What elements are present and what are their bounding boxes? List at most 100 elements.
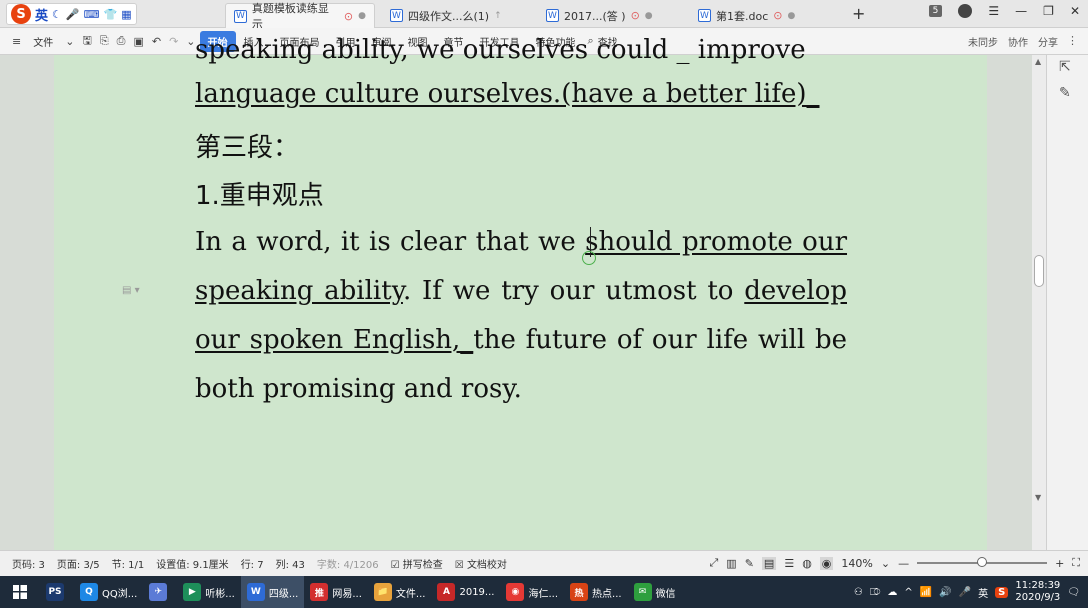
fit-icon[interactable]: ⛶	[1072, 556, 1080, 570]
proofread-button[interactable]: ☒ 文档校对	[449, 556, 513, 571]
share-button[interactable]: 分享	[1038, 34, 1058, 49]
notification-icon[interactable]: 🗨	[1067, 587, 1080, 598]
undo-icon[interactable]: ↶	[148, 35, 165, 48]
scroll-down-icon[interactable]: ▼	[1035, 493, 1041, 502]
preview-icon[interactable]: ▣	[129, 35, 147, 48]
status-position[interactable]: 设置值: 9.1厘米	[150, 556, 234, 571]
zoom-level[interactable]: 140%	[841, 557, 872, 570]
scroll-up-icon[interactable]: ▲	[1035, 57, 1041, 66]
avatar[interactable]	[958, 4, 973, 18]
mic-icon[interactable]: 🎤	[66, 8, 80, 21]
status-col[interactable]: 列: 43	[270, 556, 311, 571]
app-label: 网易...	[332, 588, 362, 600]
ime-icon[interactable]: ⎄	[870, 587, 881, 598]
doc-line[interactable]: language culture ourselves.(have a bette…	[195, 79, 847, 109]
pen-mode-icon[interactable]: ✎	[745, 557, 754, 570]
redo-icon[interactable]: ↷	[165, 35, 182, 48]
new-tab-button[interactable]: +	[852, 4, 865, 23]
hamburger-icon[interactable]: ≡	[0, 35, 25, 48]
menu-icon[interactable]: ☰	[988, 4, 999, 18]
scroll-thumb[interactable]	[1034, 255, 1044, 287]
grid-icon[interactable]: ▦	[121, 8, 131, 21]
taskbar-app[interactable]: Q QQ浏...	[74, 576, 143, 608]
app-label: 微信	[655, 588, 676, 600]
tab-doc-4[interactable]: W 第1套.doc ⊙ ●	[690, 3, 845, 28]
tab-doc-3[interactable]: W 2017...(答 ) ⊙ ●	[538, 3, 683, 28]
window-count-badge[interactable]: 5	[928, 5, 943, 17]
tray-chevron-icon[interactable]: ^	[904, 587, 912, 598]
shirt-icon[interactable]: 👕	[103, 8, 117, 21]
taskbar-app[interactable]: ◉ 海仁...	[500, 576, 564, 608]
status-page[interactable]: 页码: 3	[0, 556, 51, 571]
taskbar-app[interactable]: ✉ 微信	[628, 576, 682, 608]
clock[interactable]: 11:28:39 2020/9/3	[1015, 580, 1060, 604]
pen-icon[interactable]: ✎	[1059, 85, 1071, 101]
taskbar-app[interactable]: 热热点...	[564, 576, 628, 608]
file-menu[interactable]: 文件	[25, 34, 61, 49]
fullscreen-icon[interactable]: ⤢	[709, 556, 718, 570]
moon-icon[interactable]: ☾	[52, 8, 62, 21]
paragraph-menu-icon[interactable]: ▤ ▾	[122, 285, 140, 296]
ime-toolbar[interactable]: S 英 ☾ 🎤 ⌨ 👕 ▦	[6, 3, 137, 25]
volume-icon[interactable]: 🔊	[939, 587, 951, 598]
ime-lang[interactable]: 英	[35, 5, 48, 24]
people-icon[interactable]: ⚇	[854, 587, 863, 598]
para-line[interactable]: speaking ability. If we try our utmost t…	[195, 276, 847, 306]
spell-check-button[interactable]: ☑ 拼写检查	[385, 556, 449, 571]
status-section[interactable]: 节: 1/1	[106, 556, 151, 571]
tab-doc-2[interactable]: W 四级作文...么(1) ↑	[382, 3, 522, 28]
zoom-in-button[interactable]: +	[1055, 557, 1064, 570]
export-icon[interactable]: ⎘	[96, 34, 113, 48]
status-words[interactable]: 字数: 4/1206	[311, 556, 385, 571]
status-row[interactable]: 行: 7	[235, 556, 270, 571]
web-view-icon[interactable]: ◍	[802, 557, 812, 570]
eye-care-icon[interactable]: ◉	[819, 556, 834, 570]
taskbar-app[interactable]: ✈	[143, 576, 177, 608]
taskbar-app[interactable]: 📁 文件...	[368, 576, 432, 608]
doc-text: 1.重申观点	[195, 181, 324, 211]
taskbar-app[interactable]: 推网易...	[304, 576, 368, 608]
taskbar-app[interactable]: ▶ 听彬...	[177, 576, 241, 608]
tab-doc-1[interactable]: W 真题模板读练显示 ⊙ ●	[225, 2, 375, 31]
sogou-icon[interactable]: S	[11, 4, 31, 24]
chevron-down-icon[interactable]: ⌄	[61, 35, 78, 48]
more-icon[interactable]: ⋮	[1067, 34, 1078, 47]
close-icon[interactable]: ⊙	[631, 9, 640, 22]
page-view-icon[interactable]: ▤	[761, 556, 777, 570]
sogou-tray-icon[interactable]: S	[995, 586, 1009, 598]
vertical-scrollbar[interactable]: ▲ ▼	[1032, 55, 1046, 550]
para-line[interactable]: In a word, it is clear that we should pr…	[195, 227, 847, 257]
collab-button[interactable]: 协作	[1008, 34, 1028, 49]
doc-line-partial[interactable]: speaking ability, we ourselves could _ i…	[195, 35, 847, 65]
cursor-icon[interactable]: ⇱	[1059, 59, 1071, 75]
reading-mode-icon[interactable]: ▥	[726, 557, 736, 570]
mic-tray-icon[interactable]: 🎤	[959, 587, 971, 598]
save-icon[interactable]: 🖫	[78, 32, 95, 51]
zoom-slider-knob[interactable]	[977, 557, 988, 567]
sync-status[interactable]: 未同步	[968, 34, 998, 49]
chevron-down-icon[interactable]: ⌄	[881, 557, 890, 570]
windows-start-button[interactable]	[0, 576, 40, 608]
minimize-icon[interactable]: —	[1015, 4, 1027, 18]
close-icon[interactable]: ⊙	[344, 10, 353, 23]
network-icon[interactable]: 📶	[920, 587, 932, 598]
cloud-icon[interactable]: ☁	[887, 587, 897, 598]
outline-view-icon[interactable]: ☰	[784, 557, 794, 570]
para-line[interactable]: our spoken English,_the future of our li…	[195, 325, 847, 355]
para-line[interactable]: both promising and rosy.	[195, 374, 847, 404]
status-pages[interactable]: 页面: 3/5	[51, 556, 106, 571]
tray-lang[interactable]: 英	[978, 585, 988, 600]
keyboard-icon[interactable]: ⌨	[84, 8, 100, 21]
taskbar-app[interactable]: A 2019...	[431, 576, 500, 608]
zoom-slider[interactable]	[917, 557, 1048, 567]
close-window-icon[interactable]: ✕	[1070, 4, 1080, 18]
upload-icon[interactable]: ↑	[494, 11, 502, 21]
zoom-out-button[interactable]: —	[898, 557, 909, 570]
taskbar-app[interactable]: W 四级...	[240, 576, 305, 608]
print-icon[interactable]: ⎙	[113, 34, 130, 48]
close-icon[interactable]: ⊙	[773, 9, 782, 22]
doc-heading[interactable]: 1.重申观点	[195, 175, 847, 212]
taskbar-app[interactable]: PS	[40, 576, 74, 608]
restore-icon[interactable]: ❐	[1043, 4, 1054, 18]
doc-heading[interactable]: 第三段：	[195, 127, 847, 164]
